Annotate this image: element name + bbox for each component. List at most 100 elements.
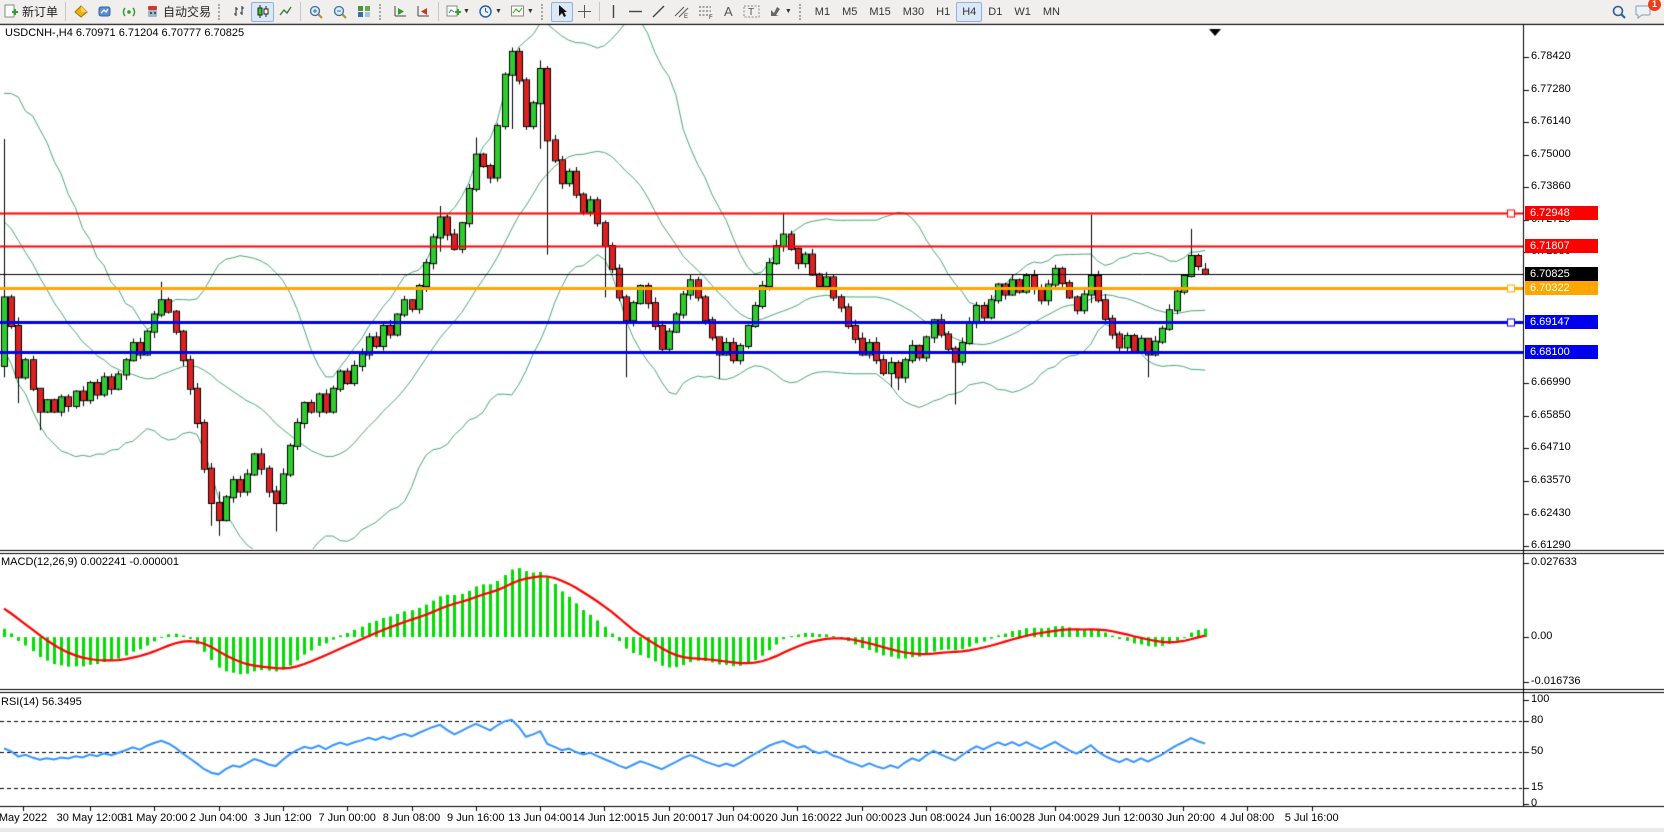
chart-shift-button[interactable]: [412, 2, 435, 22]
fibonacci-tool-button[interactable]: F: [694, 2, 718, 22]
time-axis-label: 31 May 20:00: [121, 812, 188, 824]
text-label-tool-button[interactable]: T: [739, 2, 764, 22]
hline-price-badge: 6.68100: [1525, 345, 1598, 359]
periods-button[interactable]: ▼: [474, 2, 506, 22]
robot-icon: [145, 4, 160, 19]
zoom-in-button[interactable]: [304, 2, 328, 22]
timeframe-mn-button[interactable]: MN: [1037, 2, 1066, 22]
price-axis-tick: 6.76140: [1531, 115, 1571, 127]
svg-text:F: F: [709, 15, 713, 19]
time-axis-label: 20 Jun 16:00: [765, 812, 829, 824]
time-axis-label: 3 Jun 12:00: [254, 812, 312, 824]
notifications-button[interactable]: 1: [1631, 2, 1656, 22]
svg-text:E: E: [684, 14, 688, 19]
hline-price-badge: 6.70322: [1525, 281, 1598, 295]
indicators-button[interactable]: ▼: [442, 2, 474, 22]
macd-axis-tick: 0.00: [1531, 630, 1552, 642]
cursor-tool-button[interactable]: [551, 2, 573, 22]
vertical-line-tool-button[interactable]: [603, 2, 624, 22]
search-button[interactable]: [1607, 2, 1631, 22]
price-axis-tick: 6.62430: [1531, 507, 1571, 519]
channel-tool-button[interactable]: E: [670, 2, 694, 22]
chevron-down-icon: ▼: [785, 8, 792, 15]
tile-windows-button[interactable]: [352, 2, 376, 22]
bar-chart-icon: [232, 4, 247, 19]
auto-scroll-button[interactable]: [389, 2, 412, 22]
candlestick-icon: [255, 4, 270, 19]
timeframe-m15-button[interactable]: M15: [863, 2, 896, 22]
hline-price-badge: 6.72948: [1525, 206, 1598, 220]
arrows-shapes-icon: [768, 4, 783, 19]
tile-windows-icon: [356, 4, 372, 19]
timeframe-w1-button[interactable]: W1: [1008, 2, 1037, 22]
text-tool-button[interactable]: A: [718, 2, 739, 22]
price-axis-tick: 6.75000: [1531, 148, 1571, 160]
price-axis-tick: 6.78420: [1531, 50, 1571, 62]
macd-indicator-label: MACD(12,26,9) 0.002241 -0.000001: [1, 556, 179, 568]
price-axis-tick: 6.66990: [1531, 376, 1571, 388]
timeframe-m5-button[interactable]: M5: [836, 2, 863, 22]
hline-price-badge: 6.69147: [1525, 315, 1598, 329]
horizontal-line-icon: [628, 4, 643, 19]
price-axis-tick: 6.61290: [1531, 539, 1571, 551]
market-watch-button[interactable]: [93, 2, 117, 22]
time-axis-label: 24 Jun 16:00: [958, 812, 1022, 824]
new-order-label: 新订单: [22, 3, 58, 20]
time-axis-label: 4 Jul 08:00: [1220, 812, 1274, 824]
zoom-out-button[interactable]: [328, 2, 352, 22]
rsi-axis-tick: 15: [1531, 781, 1543, 793]
chevron-down-icon: ▼: [527, 8, 534, 15]
price-axis-tick: 6.77280: [1531, 83, 1571, 95]
search-icon: [1611, 4, 1627, 20]
time-axis-label: 14 Jun 12:00: [573, 812, 637, 824]
chart-symbol-ohlc-label: USDCNH-,H4 6.70971 6.71204 6.70777 6.708…: [5, 27, 244, 39]
signal-button[interactable]: [117, 2, 141, 22]
timeframe-m30-button[interactable]: M30: [897, 2, 930, 22]
new-order-button[interactable]: 新订单: [0, 2, 62, 22]
time-axis-label: 30 Jun 20:00: [1151, 812, 1215, 824]
time-axis-label: 9 Jun 16:00: [447, 812, 505, 824]
chevron-down-icon: ▼: [495, 8, 502, 15]
crosshair-tool-button[interactable]: [573, 2, 596, 22]
clock-icon: [478, 4, 493, 19]
candlestick-chart-button[interactable]: [251, 2, 274, 22]
notification-badge: 1: [1648, 0, 1661, 11]
line-chart-button[interactable]: [274, 2, 297, 22]
rsi-axis-tick: 100: [1531, 693, 1549, 705]
macd-axis-tick: 0.027633: [1531, 556, 1577, 568]
arrows-tool-button[interactable]: ▼: [764, 2, 796, 22]
timeframe-h4-button[interactable]: H4: [956, 2, 982, 22]
template-icon: [510, 4, 525, 19]
time-axis-label: 8 Jun 08:00: [383, 812, 441, 824]
rsi-axis-tick: 80: [1531, 714, 1543, 726]
price-axis-tick: 6.64710: [1531, 441, 1571, 453]
time-axis-label: May 2022: [0, 812, 47, 824]
horizontal-line-tool-button[interactable]: [624, 2, 647, 22]
bar-chart-button[interactable]: [228, 2, 251, 22]
price-axis-tick: 6.63570: [1531, 474, 1571, 486]
auto-scroll-icon: [393, 4, 408, 19]
equidistant-channel-icon: E: [674, 4, 690, 19]
vertical-line-icon: [607, 4, 620, 19]
time-axis-label: 13 Jun 04:00: [508, 812, 572, 824]
charts-button[interactable]: [69, 2, 93, 22]
timeframe-h1-button[interactable]: H1: [930, 2, 956, 22]
timeframe-d1-button[interactable]: D1: [982, 2, 1008, 22]
zoom-in-icon: [308, 4, 324, 20]
document-plus-icon: [4, 4, 19, 19]
line-chart-icon: [278, 4, 293, 19]
time-axis-label: 17 Jun 04:00: [701, 812, 765, 824]
templates-button[interactable]: ▼: [506, 2, 538, 22]
rsi-axis-tick: 0: [1531, 797, 1537, 809]
text-label-icon: T: [743, 4, 760, 19]
time-axis-label: 23 Jun 08:00: [894, 812, 958, 824]
autotrading-button[interactable]: 自动交易: [141, 2, 215, 22]
macd-axis-tick: -0.016736: [1531, 675, 1581, 687]
autotrading-label: 自动交易: [163, 3, 211, 20]
trendline-tool-button[interactable]: [647, 2, 670, 22]
time-axis-label: 7 Jun 00:00: [318, 812, 376, 824]
timeframe-m1-button[interactable]: M1: [809, 2, 836, 22]
svg-text:T: T: [748, 7, 754, 18]
chart-canvas[interactable]: [0, 0, 1664, 832]
rsi-indicator-label: RSI(14) 56.3495: [1, 696, 82, 708]
